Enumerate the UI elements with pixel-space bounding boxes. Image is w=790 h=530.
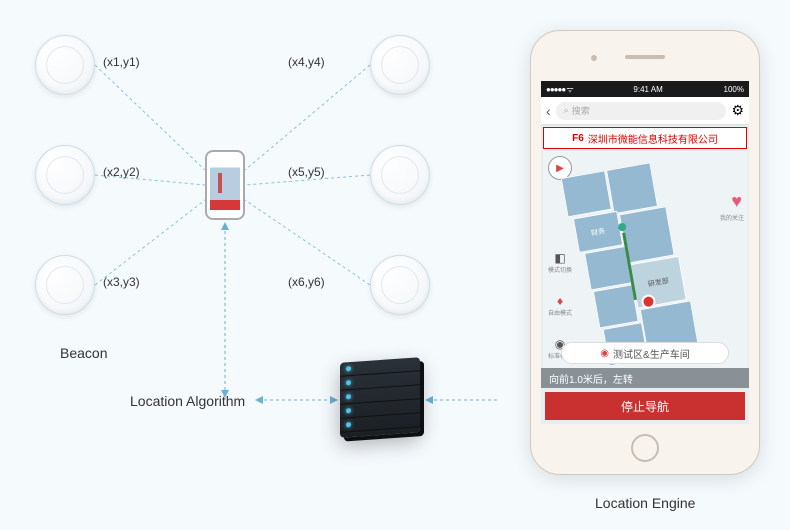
beacon-6: [370, 255, 430, 315]
nav-bar: ‹ ⌕ 搜索 ⚙: [541, 97, 749, 125]
signal-icon: ●●●●● ᯤ: [546, 84, 573, 95]
coord-label-2: (x2,y2): [103, 165, 140, 179]
beacon-3: [35, 255, 95, 315]
location-pin-icon: ◉: [600, 348, 609, 359]
room-label-2: 研发部: [630, 256, 687, 309]
center-phone: [205, 150, 245, 220]
algorithm-label: Location Algorithm: [130, 393, 245, 409]
stop-nav-label: 停止导航: [621, 398, 669, 415]
engine-label: Location Engine: [595, 495, 695, 511]
area-button-label: 测试区&生产车间: [613, 346, 690, 361]
coord-label-3: (x3,y3): [103, 275, 140, 289]
phone-speaker: [625, 55, 665, 59]
home-button[interactable]: [631, 434, 659, 462]
area-button[interactable]: ◉ 测试区&生产车间: [561, 342, 729, 364]
beacon-1: [35, 35, 95, 95]
status-bar: ●●●●● ᯤ 9:41 AM 100%: [541, 81, 749, 97]
coord-label-5: (x5,y5): [288, 165, 325, 179]
beacon-4: [370, 35, 430, 95]
company-header: F6 深圳市微能信息科技有限公司: [543, 127, 747, 149]
beacon-label: Beacon: [60, 345, 107, 361]
gear-icon[interactable]: ⚙: [731, 102, 744, 119]
heart-icon[interactable]: ♥: [731, 191, 742, 212]
phone-screen: ●●●●● ᯤ 9:41 AM 100% ‹ ⌕ 搜索 ⚙ F6 深圳市微能信息…: [541, 81, 749, 424]
instruction-text: 向前1.0米后，左转: [549, 371, 633, 386]
mode-switch-button[interactable]: ◧模式切换: [548, 251, 572, 274]
back-icon[interactable]: ‹: [546, 103, 551, 119]
stop-nav-button[interactable]: 停止导航: [545, 392, 745, 420]
server-icon: [340, 360, 430, 450]
free-mode-button[interactable]: ♦自由模式: [548, 294, 572, 317]
status-time: 9:41 AM: [633, 85, 662, 94]
coord-label-1: (x1,y1): [103, 55, 140, 69]
phone-camera: [591, 55, 597, 61]
heart-label: 我的关注: [720, 213, 744, 222]
bottom-bars: ◉ 测试区&生产车间 向前1.0米后，左转 停止导航: [541, 338, 749, 424]
instruction-bar: 向前1.0米后，左转: [541, 368, 749, 388]
coord-label-6: (x6,y6): [288, 275, 325, 289]
search-icon: ⌕: [564, 105, 569, 116]
status-battery: 100%: [724, 85, 744, 94]
search-placeholder: 搜索: [572, 104, 590, 117]
location-engine-phone: ●●●●● ᯤ 9:41 AM 100% ‹ ⌕ 搜索 ⚙ F6 深圳市微能信息…: [530, 30, 760, 475]
floor-label: F6: [572, 133, 584, 144]
search-input[interactable]: ⌕ 搜索: [556, 102, 727, 120]
beacon-5: [370, 145, 430, 205]
company-name: 深圳市微能信息科技有限公司: [588, 131, 718, 146]
center-phone-screen: [210, 160, 240, 210]
coord-label-4: (x4,y4): [288, 55, 325, 69]
beacon-2: [35, 145, 95, 205]
